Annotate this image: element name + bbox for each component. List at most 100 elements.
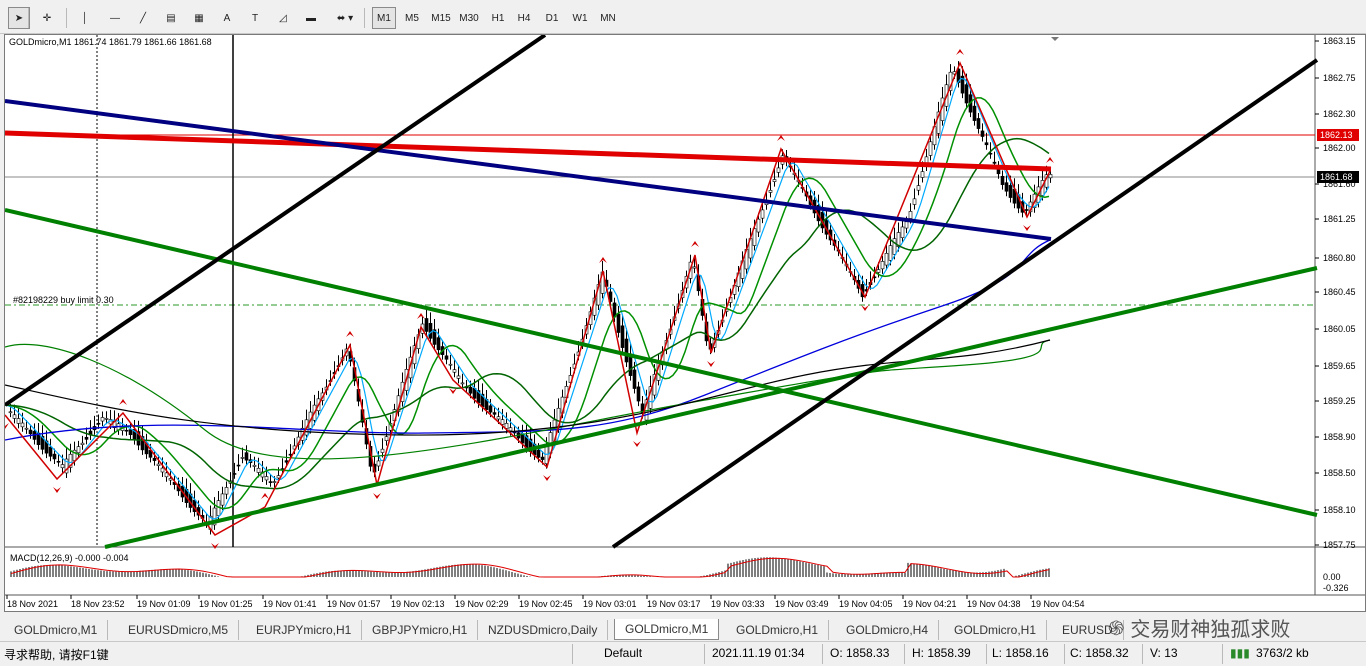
timeframe-mn[interactable]: MN [596, 7, 620, 29]
candle [100, 417, 105, 422]
candle [284, 460, 289, 463]
candle [268, 481, 273, 483]
candle [448, 363, 453, 366]
status-open: O: 1858.33 [830, 646, 890, 660]
time-tick-label: 19 Nov 02:13 [391, 599, 445, 609]
timeframe-m1[interactable]: M1 [372, 7, 396, 29]
price-chart[interactable]: 1863.151862.751862.301862.001861.601861.… [5, 35, 1365, 611]
fibonacci-icon[interactable]: ▤ [160, 7, 182, 29]
status-bar: 寻求帮助, 请按F1键 Default 2021.11.19 01:34 O: … [0, 641, 1366, 666]
price-tick-label: 1863.15 [1323, 36, 1356, 46]
fractal-down-icon [373, 493, 381, 499]
grid-tool-icon[interactable]: ▦ [188, 7, 210, 29]
timeframe-m5[interactable]: M5 [400, 7, 424, 29]
candle [124, 429, 129, 432]
arrows-icon[interactable]: ⬌ ▾ [328, 7, 362, 29]
time-tick-label: 19 Nov 03:49 [775, 599, 829, 609]
candle [452, 369, 457, 373]
vertical-line-icon[interactable]: │ [74, 7, 96, 29]
candle [272, 481, 277, 483]
candle [424, 318, 429, 332]
candle [776, 167, 781, 173]
shapes-icon[interactable]: ◿ [272, 7, 294, 29]
status-divider [704, 644, 705, 664]
candle [104, 418, 109, 420]
candle [220, 493, 225, 506]
candle [468, 386, 473, 394]
candle [876, 269, 881, 273]
text-label-icon[interactable]: T [244, 7, 266, 29]
trendline-icon[interactable]: ╱ [132, 7, 154, 29]
candle [240, 457, 245, 459]
fractal-down-icon [449, 388, 457, 394]
fractal-down-icon [543, 475, 551, 481]
candle [976, 118, 981, 129]
fractal-up-icon [119, 399, 127, 405]
cursor-icon[interactable]: ➤ [8, 7, 30, 29]
candle [460, 382, 465, 385]
horizontal-line-icon[interactable]: — [104, 7, 126, 29]
time-tick-label: 19 Nov 04:54 [1031, 599, 1085, 609]
connection-icon: ▮▮▮ [1230, 646, 1250, 660]
chart-tab[interactable]: GOLDmicro,H4 [836, 620, 940, 640]
symbol-header: GOLDmicro,M1 1861.74 1861.79 1861.66 186… [9, 37, 212, 47]
candle [20, 422, 25, 428]
candle [456, 375, 461, 379]
chart-tab[interactable]: GOLDmicro,H1 [726, 620, 830, 640]
chart-window[interactable]: 1863.15 1862.75 1862.30 1862.00 1861.60 1861.… [4, 34, 1366, 612]
fractal-down-icon [707, 361, 715, 367]
timeframe-d1[interactable]: D1 [540, 7, 564, 29]
ma-blue [5, 239, 1051, 441]
time-tick-label: 19 Nov 03:01 [583, 599, 637, 609]
status-high: H: 1858.39 [912, 646, 971, 660]
toolbar-separator [28, 8, 29, 28]
candle [16, 418, 21, 424]
candle [888, 245, 893, 261]
candle [244, 452, 249, 461]
chart-tab[interactable]: GOLDmicro,M1 [4, 620, 109, 640]
price-tick-label: 1862.30 [1323, 109, 1356, 119]
rectangle-icon[interactable]: ▬ [300, 7, 322, 29]
candle [12, 414, 17, 419]
candle [996, 169, 1001, 175]
candle [56, 460, 61, 463]
candle [444, 355, 449, 360]
time-tick-label: 18 Nov 23:52 [71, 599, 125, 609]
chart-tab[interactable]: GOLDmicro,M1 [614, 619, 720, 640]
chart-tab[interactable]: GBPJPYmicro,H1 [362, 620, 479, 640]
status-profile: Default [604, 646, 643, 660]
chart-tab[interactable]: NZDUSDmicro,Daily [478, 620, 609, 640]
timeframe-h4[interactable]: H4 [512, 7, 536, 29]
fractal-down-icon [861, 305, 869, 311]
wechat-icon: ֍ [1108, 617, 1125, 640]
macd-label: MACD(12,26,9) -0.000 -0.004 [10, 553, 129, 563]
candle [892, 238, 897, 255]
candle [768, 190, 773, 193]
candle [772, 179, 777, 182]
trendline-green-down [5, 208, 1318, 517]
timeframe-m30[interactable]: M30 [454, 7, 484, 29]
chart-tab[interactable]: EURJPYmicro,H1 [246, 620, 363, 640]
candle [236, 464, 241, 467]
candle [60, 464, 65, 469]
watermark-text: 交易财神独孤求败 [1130, 618, 1291, 641]
price-tick-label: 1858.90 [1323, 432, 1356, 442]
chart-tab[interactable]: EURUSDmicro,M5 [118, 620, 240, 640]
crosshair-icon[interactable]: ✛ [36, 7, 58, 29]
candle [48, 446, 53, 457]
timeframe-h1[interactable]: H1 [486, 7, 510, 29]
candle [536, 449, 541, 458]
candle [1000, 175, 1005, 185]
time-tick-label: 19 Nov 03:17 [647, 599, 701, 609]
candle [880, 261, 885, 270]
time-tick-label: 19 Nov 04:05 [839, 599, 893, 609]
candle [632, 369, 637, 389]
timeframe-w1[interactable]: W1 [568, 7, 592, 29]
candle [884, 253, 889, 266]
chart-tab[interactable]: GOLDmicro,H1 [944, 620, 1048, 640]
macd-axis-label: 0.00 [1323, 572, 1341, 582]
timeframe-m15[interactable]: M15 [426, 7, 456, 29]
time-tick-label: 19 Nov 04:38 [967, 599, 1021, 609]
text-icon[interactable]: A [216, 7, 238, 29]
time-tick-label: 19 Nov 01:41 [263, 599, 317, 609]
